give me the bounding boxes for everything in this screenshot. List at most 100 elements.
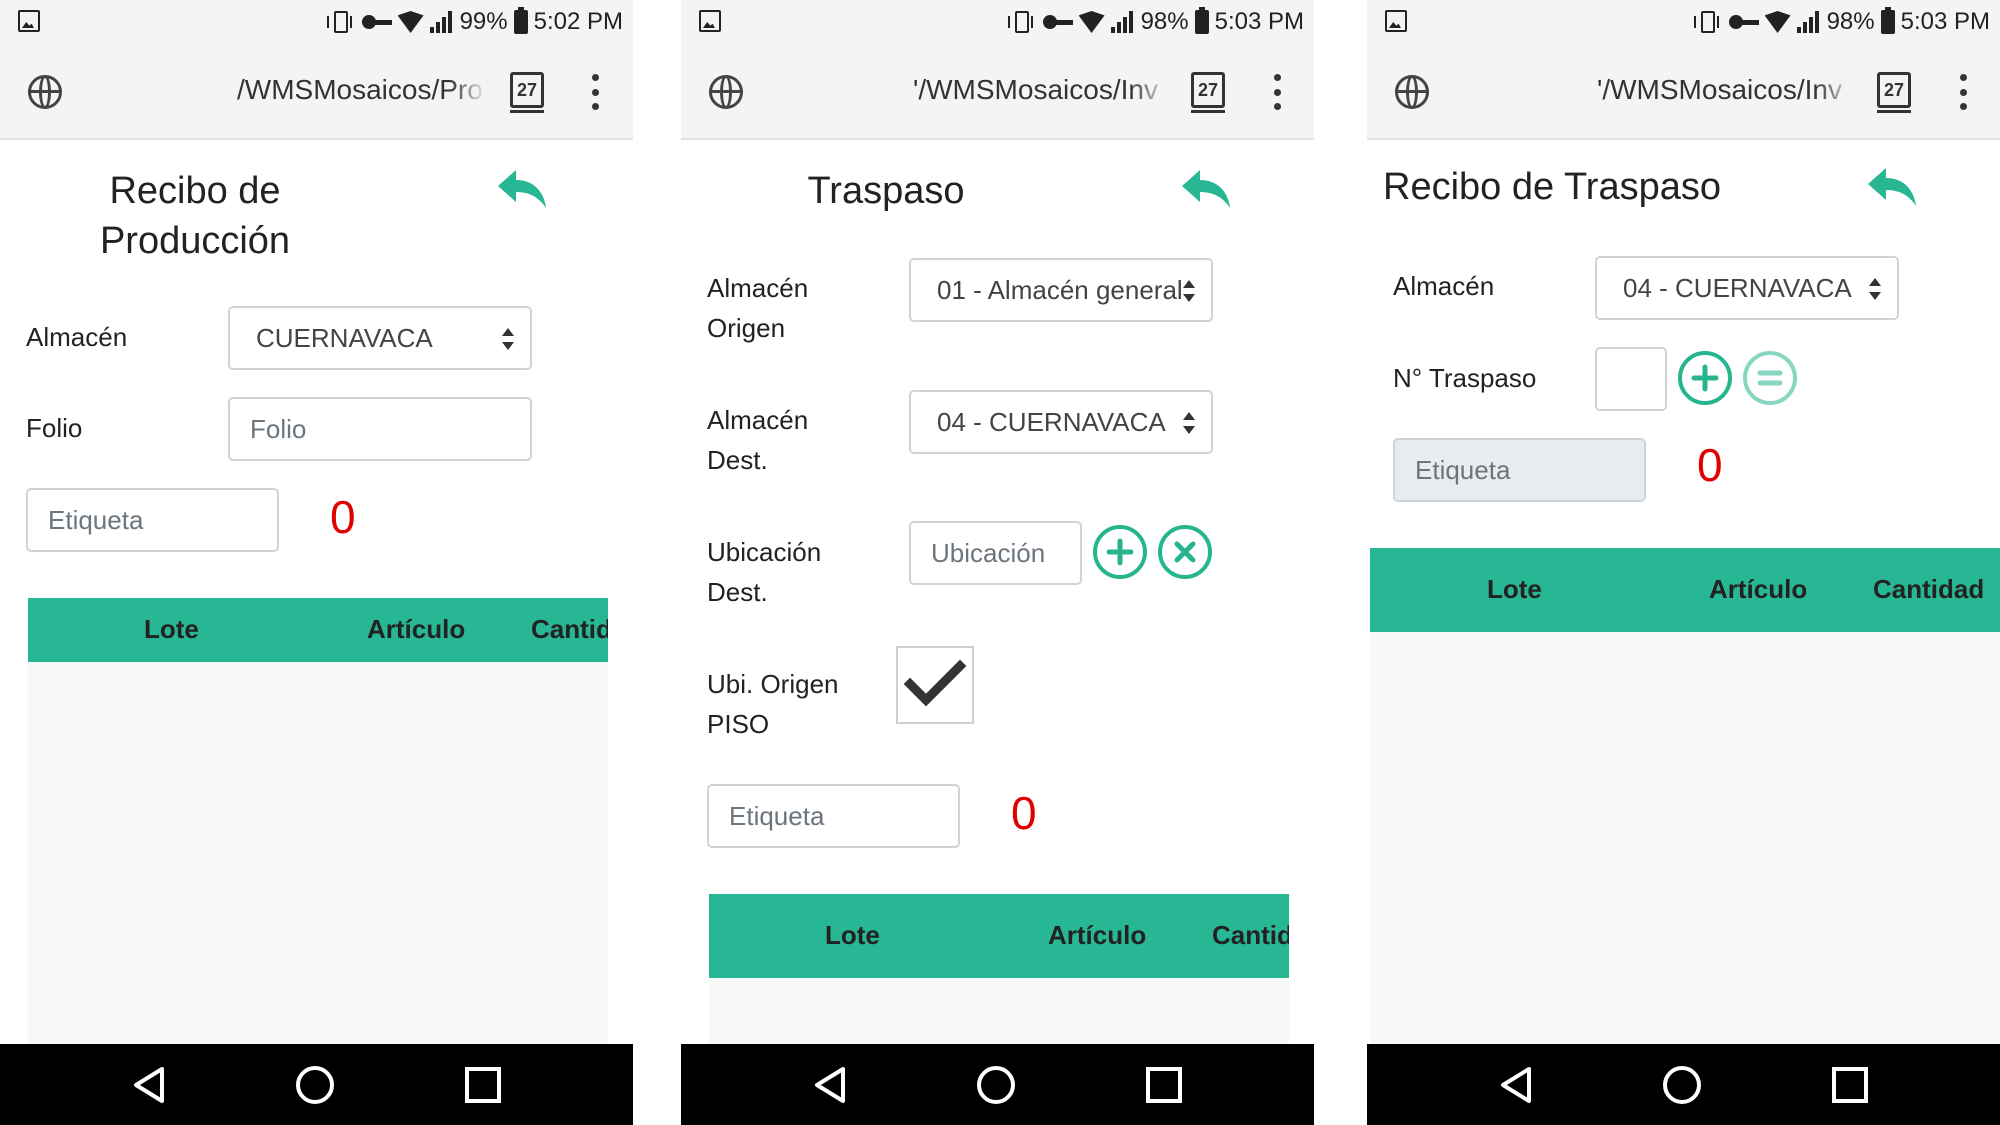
folio-label: Folio — [26, 413, 83, 443]
etiqueta-input[interactable] — [707, 784, 960, 848]
android-nav-bar — [681, 1044, 1314, 1125]
wifi-icon — [1079, 11, 1105, 33]
almacen-select-value: 04 - CUERNAVACA — [1623, 273, 1852, 303]
nav-home-icon[interactable] — [977, 1066, 1015, 1104]
page-content: Recibo de Producción Almacén CUERNAVACA … — [0, 142, 633, 1044]
android-nav-bar — [0, 1044, 633, 1125]
vibrate-icon — [1007, 11, 1033, 33]
nav-back-icon[interactable] — [813, 1066, 847, 1104]
etiqueta-input[interactable] — [26, 488, 279, 552]
url-bar[interactable]: '/WMSMosaicos/Inv 27 — [1367, 60, 2000, 122]
vpn-key-icon — [361, 15, 392, 29]
status-icons: 99% 5:02 PM — [326, 6, 623, 38]
url-text[interactable]: '/WMSMosaicos/Inv — [913, 74, 1169, 110]
url-text[interactable]: /WMSMosaicos/Pro — [237, 74, 487, 110]
page-title: Recibo de Traspaso — [1383, 166, 1721, 208]
nav-recents-icon[interactable] — [1832, 1067, 1868, 1103]
gallery-icon — [699, 10, 721, 32]
label-line: PISO — [707, 709, 770, 739]
overflow-menu-icon[interactable] — [1272, 74, 1282, 110]
ubicacion-input[interactable] — [909, 521, 1082, 585]
label-line: Ubi. Origen — [707, 669, 839, 699]
folio-input[interactable] — [228, 397, 532, 461]
column-header-lote[interactable]: Lote — [1487, 574, 1542, 605]
almacen-origen-select[interactable]: 01 - Almacén general — [909, 258, 1213, 322]
phone-screen-recibo-produccion: 99% 5:02 PM /WMSMosaicos/Pro 27 Recibo d… — [0, 0, 633, 1125]
tabs-icon[interactable]: 27 — [510, 72, 544, 113]
column-header-cantidad[interactable]: Cantid — [1212, 920, 1289, 951]
items-table: Lote Artículo Cantidad — [1370, 548, 2000, 1044]
overflow-menu-icon[interactable] — [590, 74, 600, 110]
nav-recents-icon[interactable] — [465, 1067, 501, 1103]
almacen-select-value: CUERNAVACA — [256, 323, 433, 353]
url-bar[interactable]: '/WMSMosaicos/Inv 27 — [681, 60, 1314, 122]
tabs-icon[interactable]: 27 — [1877, 72, 1911, 113]
status-bar: 98% 5:03 PM — [1367, 0, 2000, 44]
reply-arrow-icon[interactable] — [1180, 166, 1232, 210]
vibrate-icon — [1693, 11, 1719, 33]
equals-circle-icon[interactable] — [1743, 351, 1797, 405]
almacen-dest-select[interactable]: 04 - CUERNAVACA — [909, 390, 1213, 454]
column-header-articulo[interactable]: Artículo — [367, 614, 465, 645]
column-header-lote[interactable]: Lote — [825, 920, 880, 951]
phone-screen-recibo-traspaso: 98% 5:03 PM '/WMSMosaicos/Inv 27 Recibo … — [1367, 0, 2000, 1125]
almacen-select[interactable]: 04 - CUERNAVACA — [1595, 256, 1899, 320]
reply-arrow-icon[interactable] — [496, 166, 548, 210]
battery-percent: 98% — [1140, 8, 1189, 35]
items-table: Lote Artículo Cantid — [709, 894, 1289, 1044]
column-header-articulo[interactable]: Artículo — [1709, 574, 1807, 605]
table-header: Lote Artículo Cantidad — [1370, 548, 2000, 632]
clock: 5:03 PM — [1214, 8, 1304, 35]
nav-back-icon[interactable] — [132, 1066, 166, 1104]
globe-icon[interactable] — [1395, 75, 1429, 109]
column-header-articulo[interactable]: Artículo — [1048, 920, 1146, 951]
nav-home-icon[interactable] — [296, 1066, 334, 1104]
plus-circle-icon[interactable] — [1093, 525, 1147, 579]
url-text[interactable]: '/WMSMosaicos/Inv — [1597, 74, 1855, 110]
x-circle-icon[interactable] — [1158, 525, 1212, 579]
almacen-dest-label: Almacén Dest. — [707, 400, 808, 480]
globe-icon[interactable] — [28, 75, 62, 109]
scan-counter: 0 — [330, 491, 356, 543]
tabs-icon[interactable]: 27 — [1191, 72, 1225, 113]
globe-icon[interactable] — [709, 75, 743, 109]
checkmark-icon — [903, 659, 967, 707]
column-header-cantidad[interactable]: Cantidad — [1873, 574, 1984, 605]
almacen-origen-value: 01 - Almacén general — [937, 275, 1183, 305]
column-header-lote[interactable]: Lote — [144, 614, 199, 645]
phone-screen-traspaso: 98% 5:03 PM '/WMSMosaicos/Inv 27 Traspas… — [681, 0, 1314, 1125]
label-line: Dest. — [707, 445, 768, 475]
label-line: Ubicación — [707, 537, 822, 567]
gallery-icon — [18, 10, 40, 32]
scan-counter: 0 — [1011, 787, 1037, 839]
label-line: Origen — [707, 313, 786, 343]
signal-icon — [429, 11, 454, 33]
etiqueta-input[interactable] — [1393, 438, 1646, 502]
reply-arrow-icon[interactable] — [1866, 164, 1918, 208]
items-table: Lote Artículo Cantid — [28, 598, 608, 1044]
url-bar[interactable]: /WMSMosaicos/Pro 27 — [0, 60, 633, 122]
select-caret-icon — [1183, 280, 1195, 302]
select-caret-icon — [1183, 412, 1195, 434]
page-title: Traspaso — [807, 170, 965, 212]
browser-chrome: 98% 5:03 PM '/WMSMosaicos/Inv 27 — [1367, 0, 2000, 140]
traspaso-label: N° Traspaso — [1393, 363, 1537, 393]
nav-home-icon[interactable] — [1663, 1066, 1701, 1104]
column-header-cantidad[interactable]: Cantid — [531, 614, 608, 645]
signal-icon — [1110, 11, 1135, 33]
nav-recents-icon[interactable] — [1146, 1067, 1182, 1103]
ubi-origen-piso-checkbox[interactable] — [896, 646, 974, 724]
nav-back-icon[interactable] — [1499, 1066, 1533, 1104]
battery-percent: 99% — [459, 8, 508, 35]
traspaso-number-input[interactable] — [1595, 347, 1667, 411]
battery-icon — [1880, 7, 1895, 34]
overflow-menu-icon[interactable] — [1958, 74, 1968, 110]
ubicacion-dest-label: Ubicación Dest. — [707, 532, 821, 612]
label-line: Almacén — [707, 405, 809, 435]
browser-chrome: 99% 5:02 PM /WMSMosaicos/Pro 27 — [0, 0, 633, 140]
almacen-select[interactable]: CUERNAVACA — [228, 306, 532, 370]
plus-circle-icon[interactable] — [1678, 351, 1732, 405]
almacen-origen-label: Almacén Origen — [707, 268, 808, 348]
page-content: Recibo de Traspaso Almacén 04 - CUERNAVA… — [1367, 142, 2000, 1044]
wifi-icon — [1765, 11, 1791, 33]
